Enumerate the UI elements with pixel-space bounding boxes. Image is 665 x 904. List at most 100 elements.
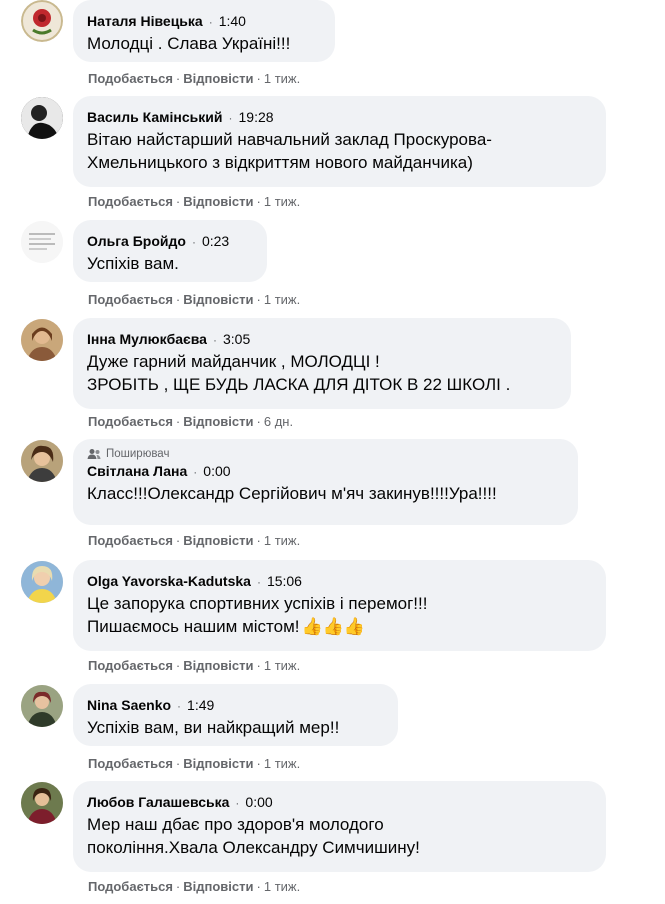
comment-bubble: Наталя Нівецька · 1:40 Молодці . Слава У… [73, 0, 335, 62]
comment-bubble: Olga Yavorska-Kadutska · 15:06 Це запору… [73, 560, 606, 651]
comment-actions: Подобається · Відповісти · 1 тиж. [88, 879, 300, 894]
separator: · [256, 71, 261, 86]
comment-time[interactable]: 1:40 [219, 13, 246, 29]
comment-text: Успіхів вам, ви найкращий мер!! [87, 718, 340, 737]
comment-time[interactable]: 0:00 [245, 794, 272, 810]
comment-text: Мер наш дбає про здоров'я молодого покол… [87, 815, 420, 857]
comment-actions: Подобається · Відповісти · 1 тиж. [88, 194, 300, 209]
comment-time[interactable]: 15:06 [267, 573, 302, 589]
comment-actions: Подобається · Відповісти · 1 тиж. [88, 658, 300, 673]
author-name[interactable]: Інна Мулюкбаєва [87, 331, 207, 347]
separator: · [175, 756, 181, 771]
comment-age[interactable]: 1 тиж. [264, 879, 300, 894]
reply-link[interactable]: Відповісти [183, 658, 253, 673]
comment-age[interactable]: 1 тиж. [264, 292, 300, 307]
avatar[interactable] [21, 440, 63, 482]
separator: · [212, 333, 217, 347]
author-name[interactable]: Nina Saenko [87, 697, 171, 713]
separator: · [175, 879, 181, 894]
comment-text: Молодці . Слава Україні!!! [87, 34, 291, 53]
comment-age[interactable]: 1 тиж. [264, 658, 300, 673]
author-name[interactable]: Olga Yavorska-Kadutska [87, 573, 251, 589]
separator: · [256, 756, 261, 771]
separator: · [208, 15, 213, 29]
reply-link[interactable]: Відповісти [183, 533, 253, 548]
comment-text: Вітаю найстарший навчальний заклад Проск… [87, 130, 492, 172]
author-name[interactable]: Ольга Бройдо [87, 233, 186, 249]
comment-bubble: Nina Saenko · 1:49 Успіхів вам, ви найкр… [73, 684, 398, 746]
comment-text: Класс!!!Олександр Сергійович м'яч закину… [87, 484, 497, 503]
comment-time[interactable]: 3:05 [223, 331, 250, 347]
comment-text: Успіхів вам. [87, 254, 179, 273]
separator: · [191, 235, 196, 249]
comment-actions: Подобається · Відповісти · 1 тиж. [88, 533, 300, 548]
like-link[interactable]: Подобається [88, 71, 173, 86]
avatar[interactable] [21, 221, 63, 263]
separator: · [175, 533, 181, 548]
like-link[interactable]: Подобається [88, 658, 173, 673]
comment-time[interactable]: 0:00 [203, 463, 230, 479]
separator: · [256, 658, 261, 673]
reply-link[interactable]: Відповісти [183, 71, 253, 86]
comment-time[interactable]: 0:23 [202, 233, 229, 249]
author-name[interactable]: Наталя Нівецька [87, 13, 203, 29]
badge-label: Поширювач [106, 448, 170, 460]
comment-text: Це запорука спортивних успіхів і перемог… [87, 592, 592, 638]
comment-age[interactable]: 6 дн. [264, 414, 293, 429]
avatar[interactable] [21, 685, 63, 727]
separator: · [175, 658, 181, 673]
separator: · [175, 292, 181, 307]
comment-age[interactable]: 1 тиж. [264, 71, 300, 86]
avatar[interactable] [21, 0, 63, 42]
reply-link[interactable]: Відповісти [183, 879, 253, 894]
comment-text: Дуже гарний майданчик , МОЛОДЦІ ! ЗРОБІТ… [87, 352, 511, 394]
like-link[interactable]: Подобається [88, 292, 173, 307]
author-name[interactable]: Василь Камінський [87, 109, 223, 125]
like-link[interactable]: Подобається [88, 533, 173, 548]
comment-actions: Подобається · Відповісти · 1 тиж. [88, 756, 300, 771]
thumbs-up-emoji: 👍👍👍 [301, 617, 366, 636]
like-link[interactable]: Подобається [88, 414, 173, 429]
comment-actions: Подобається · Відповісти · 1 тиж. [88, 71, 300, 86]
reply-link[interactable]: Відповісти [183, 756, 253, 771]
comment-bubble: Інна Мулюкбаєва · 3:05 Дуже гарний майда… [73, 318, 571, 409]
avatar[interactable] [21, 319, 63, 361]
comment-text-body: Це запорука спортивних успіхів і перемог… [87, 594, 428, 636]
separator: · [256, 533, 261, 548]
separator: · [256, 575, 261, 589]
like-link[interactable]: Подобається [88, 194, 173, 209]
avatar[interactable] [21, 97, 63, 139]
comment-bubble: Любов Галашевська · 0:00 Мер наш дбає пр… [73, 781, 606, 872]
separator: · [175, 194, 181, 209]
separator: · [228, 111, 233, 125]
reply-link[interactable]: Відповісти [183, 194, 253, 209]
separator: · [177, 699, 182, 713]
author-name[interactable]: Світлана Лана [87, 463, 187, 479]
comment-bubble: Василь Камінський · 19:28 Вітаю найстарш… [73, 96, 606, 187]
comment-age[interactable]: 1 тиж. [264, 533, 300, 548]
like-link[interactable]: Подобається [88, 756, 173, 771]
separator: · [256, 414, 261, 429]
comment-bubble: Поширювач Світлана Лана · 0:00 Класс!!!О… [73, 439, 578, 525]
comment-time[interactable]: 19:28 [239, 109, 274, 125]
separator: · [256, 292, 261, 307]
avatar[interactable] [21, 561, 63, 603]
like-link[interactable]: Подобається [88, 879, 173, 894]
comment-time[interactable]: 1:49 [187, 697, 214, 713]
avatar[interactable] [21, 782, 63, 824]
separator: · [256, 879, 261, 894]
comment-age[interactable]: 1 тиж. [264, 756, 300, 771]
comment-age[interactable]: 1 тиж. [264, 194, 300, 209]
separator: · [256, 194, 261, 209]
separator: · [235, 796, 240, 810]
separator: · [193, 465, 198, 479]
reply-link[interactable]: Відповісти [183, 414, 253, 429]
people-icon [87, 449, 101, 459]
contributor-badge: Поширювач [87, 448, 564, 460]
comment-bubble: Ольга Бройдо · 0:23 Успіхів вам. [73, 220, 267, 282]
separator: · [175, 71, 181, 86]
separator: · [175, 414, 181, 429]
comment-actions: Подобається · Відповісти · 1 тиж. [88, 292, 300, 307]
reply-link[interactable]: Відповісти [183, 292, 253, 307]
author-name[interactable]: Любов Галашевська [87, 794, 229, 810]
